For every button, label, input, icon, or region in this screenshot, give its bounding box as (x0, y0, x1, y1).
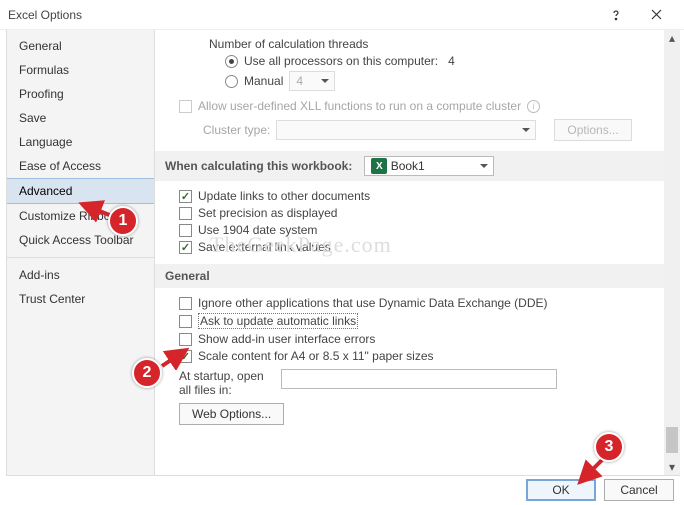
sidebar-item-ease-of-access[interactable]: Ease of Access (7, 154, 154, 178)
sidebar-item-advanced[interactable]: Advanced (7, 178, 154, 204)
sidebar-item-formulas[interactable]: Formulas (7, 58, 154, 82)
options-panel: Number of calculation threads Use all pr… (155, 30, 664, 475)
window-title: Excel Options (8, 8, 596, 22)
info-icon[interactable]: i (527, 100, 540, 113)
sidebar-item-language[interactable]: Language (7, 130, 154, 154)
sidebar-item-general[interactable]: General (7, 34, 154, 58)
help-button[interactable] (596, 0, 636, 30)
cluster-type-label: Cluster type: (203, 123, 270, 137)
manual-threads-spinner: 4 (289, 71, 335, 91)
checkbox-external-link[interactable]: ✓ (179, 241, 192, 254)
radio-use-all-label: Use all processors on this computer: 4 (244, 54, 455, 68)
cluster-options-button: Options... (554, 119, 631, 141)
radio-use-all-processors[interactable] (225, 55, 238, 68)
checkbox-ask-update-links[interactable] (179, 315, 192, 328)
checkbox-dde[interactable] (179, 297, 192, 310)
checkbox-scale-a4-label: Scale content for A4 or 8.5 x 11" paper … (198, 349, 434, 363)
workbook-select[interactable]: X Book1 (364, 156, 494, 176)
excel-icon: X (371, 158, 387, 174)
sidebar-item-save[interactable]: Save (7, 106, 154, 130)
checkbox-scale-a4[interactable]: ✓ (179, 350, 192, 363)
scroll-thumb[interactable] (666, 427, 678, 453)
sidebar-item-quick-access-toolbar[interactable]: Quick Access Toolbar (7, 228, 154, 252)
checkbox-addin-errors[interactable] (179, 333, 192, 346)
startup-open-input[interactable] (281, 369, 557, 389)
sidebar-item-trust-center[interactable]: Trust Center (7, 287, 154, 311)
sidebar-item-add-ins[interactable]: Add-ins (7, 263, 154, 287)
cluster-type-select (276, 120, 536, 140)
cancel-button[interactable]: Cancel (604, 479, 674, 501)
titlebar: Excel Options (0, 0, 684, 30)
web-options-button[interactable]: Web Options... (179, 403, 284, 425)
sidebar-item-customize-ribbon[interactable]: Customize Ribbon (7, 204, 154, 228)
radio-manual-label: Manual (244, 74, 283, 88)
sidebar: General Formulas Proofing Save Language … (6, 30, 155, 476)
ok-button[interactable]: OK (526, 479, 596, 501)
scroll-down-arrow[interactable]: ▾ (664, 459, 680, 475)
checkbox-1904-date[interactable] (179, 224, 192, 237)
checkbox-update-links-label: Update links to other documents (198, 189, 370, 203)
threads-label: Number of calculation threads (209, 37, 654, 51)
checkbox-xll-cluster (179, 100, 192, 113)
checkbox-1904-label: Use 1904 date system (198, 223, 317, 237)
checkbox-precision-label: Set precision as displayed (198, 206, 337, 220)
checkbox-addin-errors-label: Show add-in user interface errors (198, 332, 375, 346)
section-general: General (155, 264, 664, 288)
section-workbook-calc: When calculating this workbook: X Book1 (155, 151, 664, 181)
checkbox-ask-update-label: Ask to update automatic links (198, 313, 358, 329)
checkbox-xll-label: Allow user-defined XLL functions to run … (198, 99, 521, 113)
dialog-footer: OK Cancel (0, 476, 684, 504)
vertical-scrollbar[interactable]: ▴ ▾ (664, 30, 680, 475)
sidebar-item-proofing[interactable]: Proofing (7, 82, 154, 106)
scroll-up-arrow[interactable]: ▴ (664, 30, 680, 46)
startup-open-label: At startup, open all files in: (179, 369, 275, 397)
radio-manual[interactable] (225, 75, 238, 88)
close-button[interactable] (636, 0, 676, 30)
checkbox-precision[interactable] (179, 207, 192, 220)
checkbox-external-link-label: Save external link values (198, 240, 331, 254)
checkbox-update-links[interactable]: ✓ (179, 190, 192, 203)
checkbox-dde-label: Ignore other applications that use Dynam… (198, 296, 548, 310)
